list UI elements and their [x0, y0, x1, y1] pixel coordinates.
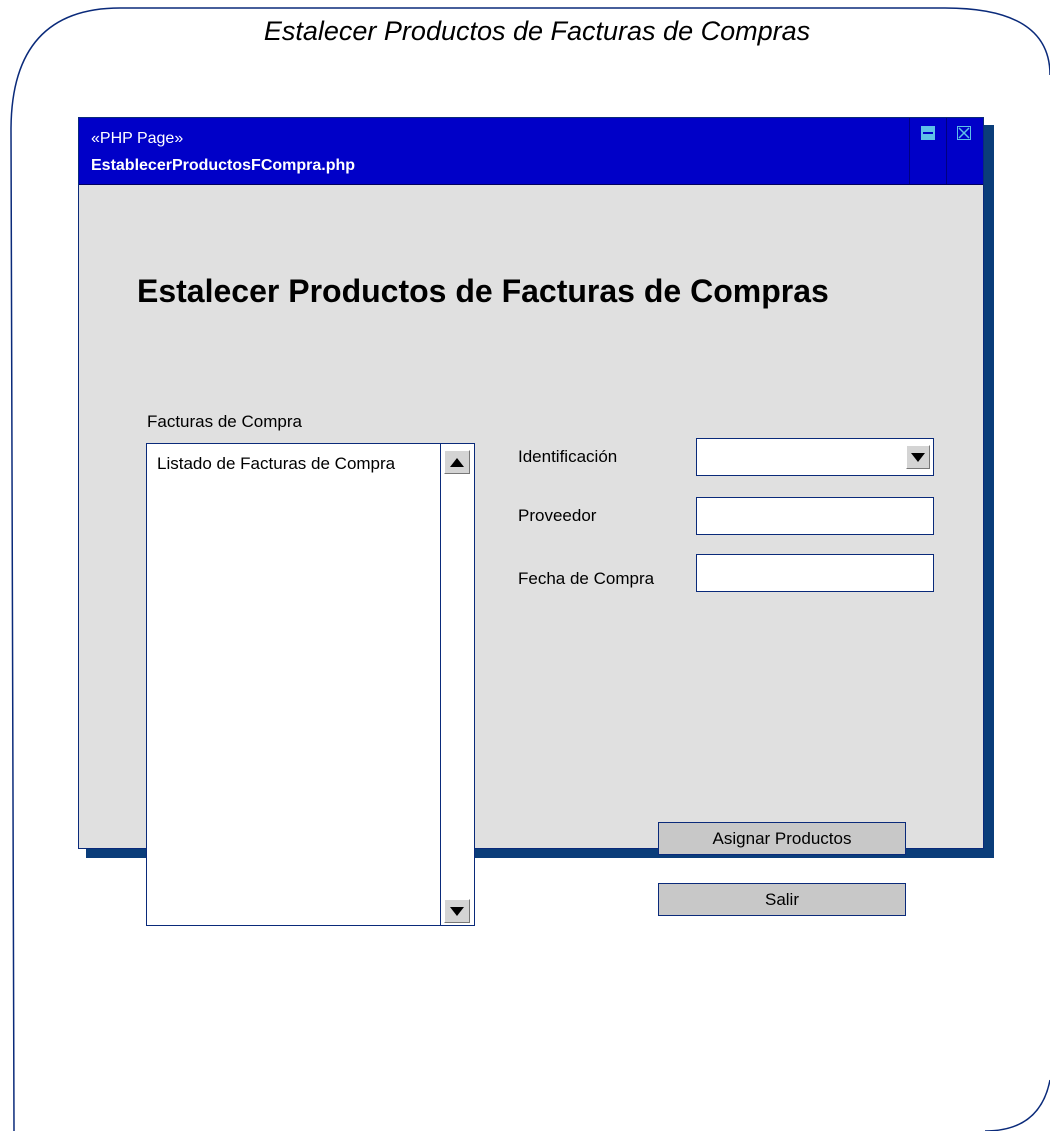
proveedor-field[interactable] — [696, 497, 934, 535]
dropdown-button[interactable] — [906, 445, 930, 469]
diagram-title: Estalecer Productos de Facturas de Compr… — [263, 16, 811, 46]
listbox-scrollbar[interactable] — [440, 444, 474, 925]
invoices-label: Facturas de Compra — [147, 412, 302, 431]
triangle-down-icon — [450, 906, 464, 916]
triangle-up-icon — [450, 457, 464, 467]
page-filename: EstablecerProductosFCompra.php — [91, 157, 356, 174]
close-icon[interactable] — [957, 126, 971, 140]
php-page-window: «PHP Page» EstablecerProductosFCompra.ph… — [78, 117, 984, 926]
window-titlebar: «PHP Page» EstablecerProductosFCompra.ph… — [79, 118, 983, 185]
chevron-down-icon — [911, 452, 925, 462]
scroll-down-button[interactable] — [444, 899, 470, 923]
fecha-compra-field[interactable] — [696, 554, 934, 592]
proveedor-label: Proveedor — [518, 506, 597, 525]
list-item[interactable]: Listado de Facturas de Compra — [157, 454, 395, 474]
scroll-up-button[interactable] — [444, 450, 470, 474]
fecha-compra-label: Fecha de Compra — [518, 569, 655, 588]
maximize-icon[interactable] — [921, 126, 935, 140]
identificacion-label: Identificación — [518, 447, 618, 466]
invoices-listbox[interactable]: Listado de Facturas de Compra — [146, 443, 475, 926]
asignar-productos-button[interactable]: Asignar Productos — [658, 822, 906, 855]
titlebar-divider — [946, 118, 947, 184]
identificacion-select[interactable] — [696, 438, 934, 476]
titlebar-divider — [909, 118, 910, 184]
page-title: Estalecer Productos de Facturas de Compr… — [137, 273, 829, 309]
salir-button[interactable]: Salir — [658, 883, 906, 916]
page-stereotype: «PHP Page» — [91, 130, 184, 147]
